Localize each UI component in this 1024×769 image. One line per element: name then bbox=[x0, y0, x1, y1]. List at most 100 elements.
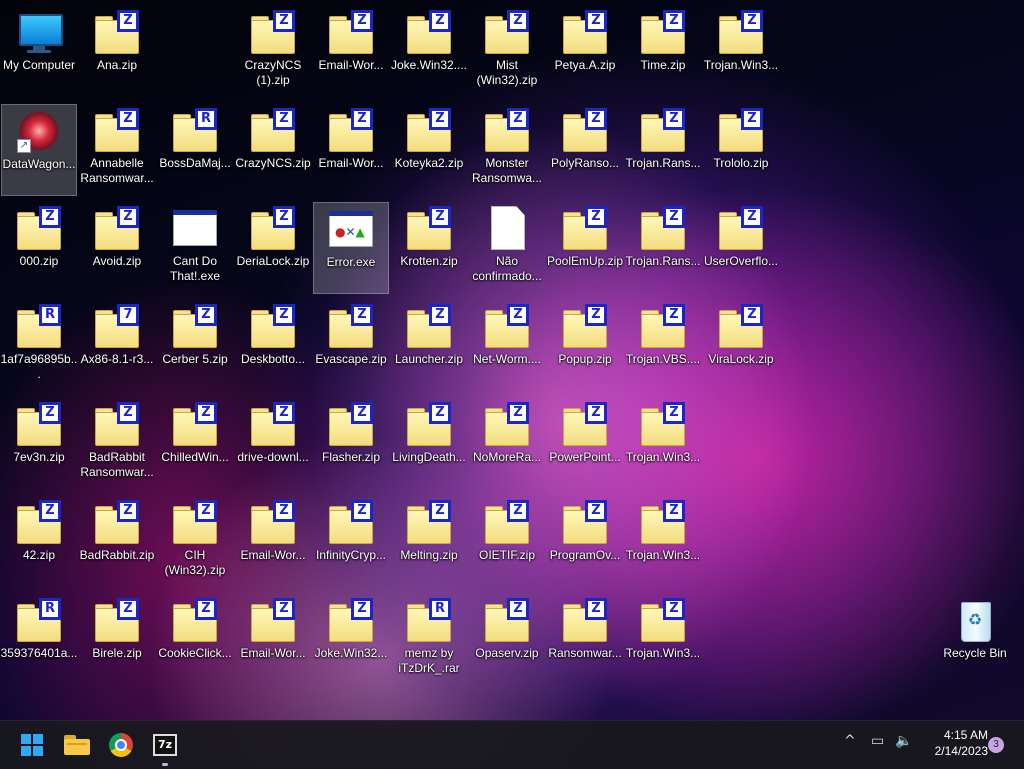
icon-label: Annabelle Ransomwar... bbox=[80, 156, 154, 185]
desktop-file-icon[interactable]: Z Time.zip bbox=[625, 6, 701, 98]
desktop-file-icon[interactable]: Z Flasher.zip bbox=[313, 398, 389, 490]
datawagon-shortcut[interactable]: ↗ DataWagon... bbox=[1, 104, 77, 196]
icon-label: Ransomwar... bbox=[548, 646, 622, 660]
desktop-file-icon[interactable]: Z Krotten.zip bbox=[391, 202, 467, 294]
desktop-file-icon[interactable]: Z BadRabbit.zip bbox=[79, 496, 155, 588]
desktop-file-icon[interactable]: Z PowerPoint... bbox=[547, 398, 623, 490]
zip-file-icon: Z bbox=[249, 304, 297, 348]
desktop-file-icon[interactable]: Z Net-Worm.... bbox=[469, 300, 545, 392]
sevenzip-button[interactable]: 7z bbox=[149, 729, 181, 761]
chrome-button[interactable] bbox=[105, 729, 137, 761]
icon-label: Trololo.zip bbox=[713, 156, 769, 170]
desktop-file-icon[interactable]: Z Trojan.Win3... bbox=[703, 6, 779, 98]
desktop-file-icon[interactable]: Z Email-Wor... bbox=[313, 104, 389, 196]
desktop-file-icon[interactable]: Z Joke.Win32... bbox=[313, 594, 389, 686]
desktop-file-icon[interactable]: Z Avoid.zip bbox=[79, 202, 155, 294]
icon-label: Trojan.Rans... bbox=[625, 254, 701, 268]
desktop-file-icon[interactable]: Z CIH (Win32).zip bbox=[157, 496, 233, 588]
desktop-file-icon[interactable]: Z Trojan.Rans... bbox=[625, 202, 701, 294]
desktop-file-icon[interactable]: Z ChilledWin... bbox=[157, 398, 233, 490]
desktop-file-icon[interactable]: Z Trojan.Rans... bbox=[625, 104, 701, 196]
desktop-file-icon[interactable]: R BossDaMaj... bbox=[157, 104, 233, 196]
zip-file-icon: Z bbox=[327, 304, 375, 348]
desktop-file-icon[interactable]: Z Joke.Win32.... bbox=[391, 6, 467, 98]
desktop-file-icon[interactable]: 7 Ax86-8.1-r3... bbox=[79, 300, 155, 392]
desktop-file-icon[interactable]: Z CrazyNCS.zip bbox=[235, 104, 311, 196]
desktop-file-icon[interactable]: Z NoMoreRa... bbox=[469, 398, 545, 490]
desktop-file-icon[interactable]: R 1af7a96895b... bbox=[1, 300, 77, 392]
zip-file-icon: Z bbox=[327, 10, 375, 54]
desktop-file-icon[interactable]: Não confirmado... bbox=[469, 202, 545, 294]
desktop-file-icon[interactable]: Z ViraLock.zip bbox=[703, 300, 779, 392]
desktop-file-icon[interactable]: Z Birele.zip bbox=[79, 594, 155, 686]
file-explorer-button[interactable] bbox=[61, 729, 93, 761]
desktop-file-icon[interactable]: Z ProgramOv... bbox=[547, 496, 623, 588]
desktop-file-icon[interactable]: Z Trojan.Win3... bbox=[625, 594, 701, 686]
desktop-file-icon[interactable]: Z Deskbotto... bbox=[235, 300, 311, 392]
desktop-file-icon[interactable]: Z DeriaLock.zip bbox=[235, 202, 311, 294]
my-computer-shortcut[interactable]: My Computer bbox=[1, 6, 77, 98]
zip-file-icon: Z bbox=[483, 500, 531, 544]
zip-file-icon: Z bbox=[93, 206, 141, 250]
volume-icon[interactable]: 🔈 bbox=[895, 733, 912, 749]
icon-label: Cerber 5.zip bbox=[162, 352, 228, 366]
desktop-file-icon[interactable]: ●✕▲ Error.exe bbox=[313, 202, 389, 294]
desktop-file-icon[interactable]: Z Melting.zip bbox=[391, 496, 467, 588]
icon-label: 359376401a... bbox=[0, 646, 78, 660]
desktop-file-icon[interactable]: Z Monster Ransomwa... bbox=[469, 104, 545, 196]
desktop-file-icon[interactable]: Z Trololo.zip bbox=[703, 104, 779, 196]
desktop-file-icon[interactable]: Z Ransomwar... bbox=[547, 594, 623, 686]
desktop-file-icon[interactable]: Z Cerber 5.zip bbox=[157, 300, 233, 392]
desktop-file-icon[interactable]: Z 42.zip bbox=[1, 496, 77, 588]
desktop-file-icon[interactable]: Z PolyRanso... bbox=[547, 104, 623, 196]
chevron-up-icon[interactable]: ^ bbox=[844, 733, 856, 749]
recycle-bin[interactable]: ♻ Recycle Bin bbox=[937, 594, 1013, 686]
desktop-file-icon[interactable]: Z 7ev3n.zip bbox=[1, 398, 77, 490]
desktop-file-icon[interactable]: Z OIETIF.zip bbox=[469, 496, 545, 588]
desktop-file-icon[interactable]: Z Evascape.zip bbox=[313, 300, 389, 392]
desktop-file-icon[interactable]: Z Mist (Win32).zip bbox=[469, 6, 545, 98]
zip-file-icon: Z bbox=[405, 206, 453, 250]
icon-label: Joke.Win32.... bbox=[390, 58, 468, 72]
desktop-file-icon[interactable]: Z Koteyka2.zip bbox=[391, 104, 467, 196]
desktop-file-icon[interactable]: Z Trojan.Win3... bbox=[625, 496, 701, 588]
desktop-file-icon[interactable]: Z Ana.zip bbox=[79, 6, 155, 98]
desktop-file-icon[interactable]: Z Email-Wor... bbox=[235, 594, 311, 686]
desktop-file-icon[interactable]: Z Trojan.VBS.... bbox=[625, 300, 701, 392]
desktop-file-icon[interactable]: Z 000.zip bbox=[1, 202, 77, 294]
zip-file-icon: Z bbox=[639, 598, 687, 642]
zip-file-icon: Z bbox=[93, 402, 141, 446]
desktop-file-icon[interactable]: Z Popup.zip bbox=[547, 300, 623, 392]
network-icon[interactable]: ▭ bbox=[871, 733, 884, 749]
desktop-file-icon[interactable]: Z Email-Wor... bbox=[313, 6, 389, 98]
desktop-file-icon[interactable]: Z Annabelle Ransomwar... bbox=[79, 104, 155, 196]
desktop-file-icon[interactable]: Z BadRabbit Ransomwar... bbox=[79, 398, 155, 490]
desktop-file-icon[interactable]: Z UserOverflo... bbox=[703, 202, 779, 294]
desktop-file-icon[interactable]: Z CookieClick... bbox=[157, 594, 233, 686]
zip-file-icon: Z bbox=[561, 402, 609, 446]
desktop-file-icon[interactable]: Z InfinityCryp... bbox=[313, 496, 389, 588]
desktop-file-icon[interactable]: Z LivingDeath... bbox=[391, 398, 467, 490]
desktop-file-icon[interactable]: Z Opaserv.zip bbox=[469, 594, 545, 686]
desktop-file-icon[interactable]: R 359376401a... bbox=[1, 594, 77, 686]
desktop-file-icon[interactable]: Cant Do That!.exe bbox=[157, 202, 233, 294]
icon-label: memz by iTzDrK_.rar bbox=[398, 646, 460, 675]
notification-badge[interactable]: 3 bbox=[988, 737, 1004, 753]
icon-label: Email-Wor... bbox=[318, 156, 384, 170]
icon-label: Email-Wor... bbox=[240, 548, 306, 562]
icon-label: Ana.zip bbox=[96, 58, 138, 72]
clock[interactable]: 4:15 AM 2/14/2023 bbox=[918, 727, 988, 759]
desktop-file-icon[interactable]: Z Trojan.Win3... bbox=[625, 398, 701, 490]
desktop-file-icon[interactable]: Z Email-Wor... bbox=[235, 496, 311, 588]
zip-file-icon: Z bbox=[483, 108, 531, 152]
desktop-file-icon[interactable]: Z Launcher.zip bbox=[391, 300, 467, 392]
desktop-file-icon[interactable]: Z PoolEmUp.zip bbox=[547, 202, 623, 294]
icon-label: ChilledWin... bbox=[161, 450, 229, 464]
desktop-file-icon[interactable]: Z Petya.A.zip bbox=[547, 6, 623, 98]
icon-label: OIETIF.zip bbox=[478, 548, 535, 562]
exe-window-icon bbox=[171, 206, 219, 250]
desktop-file-icon[interactable]: Z CrazyNCS (1).zip bbox=[235, 6, 311, 98]
start-button[interactable] bbox=[16, 729, 48, 761]
desktop-file-icon[interactable]: Zdrive-downl... bbox=[235, 398, 311, 490]
desktop-file-icon[interactable]: Rmemz by iTzDrK_.rar bbox=[391, 594, 467, 686]
